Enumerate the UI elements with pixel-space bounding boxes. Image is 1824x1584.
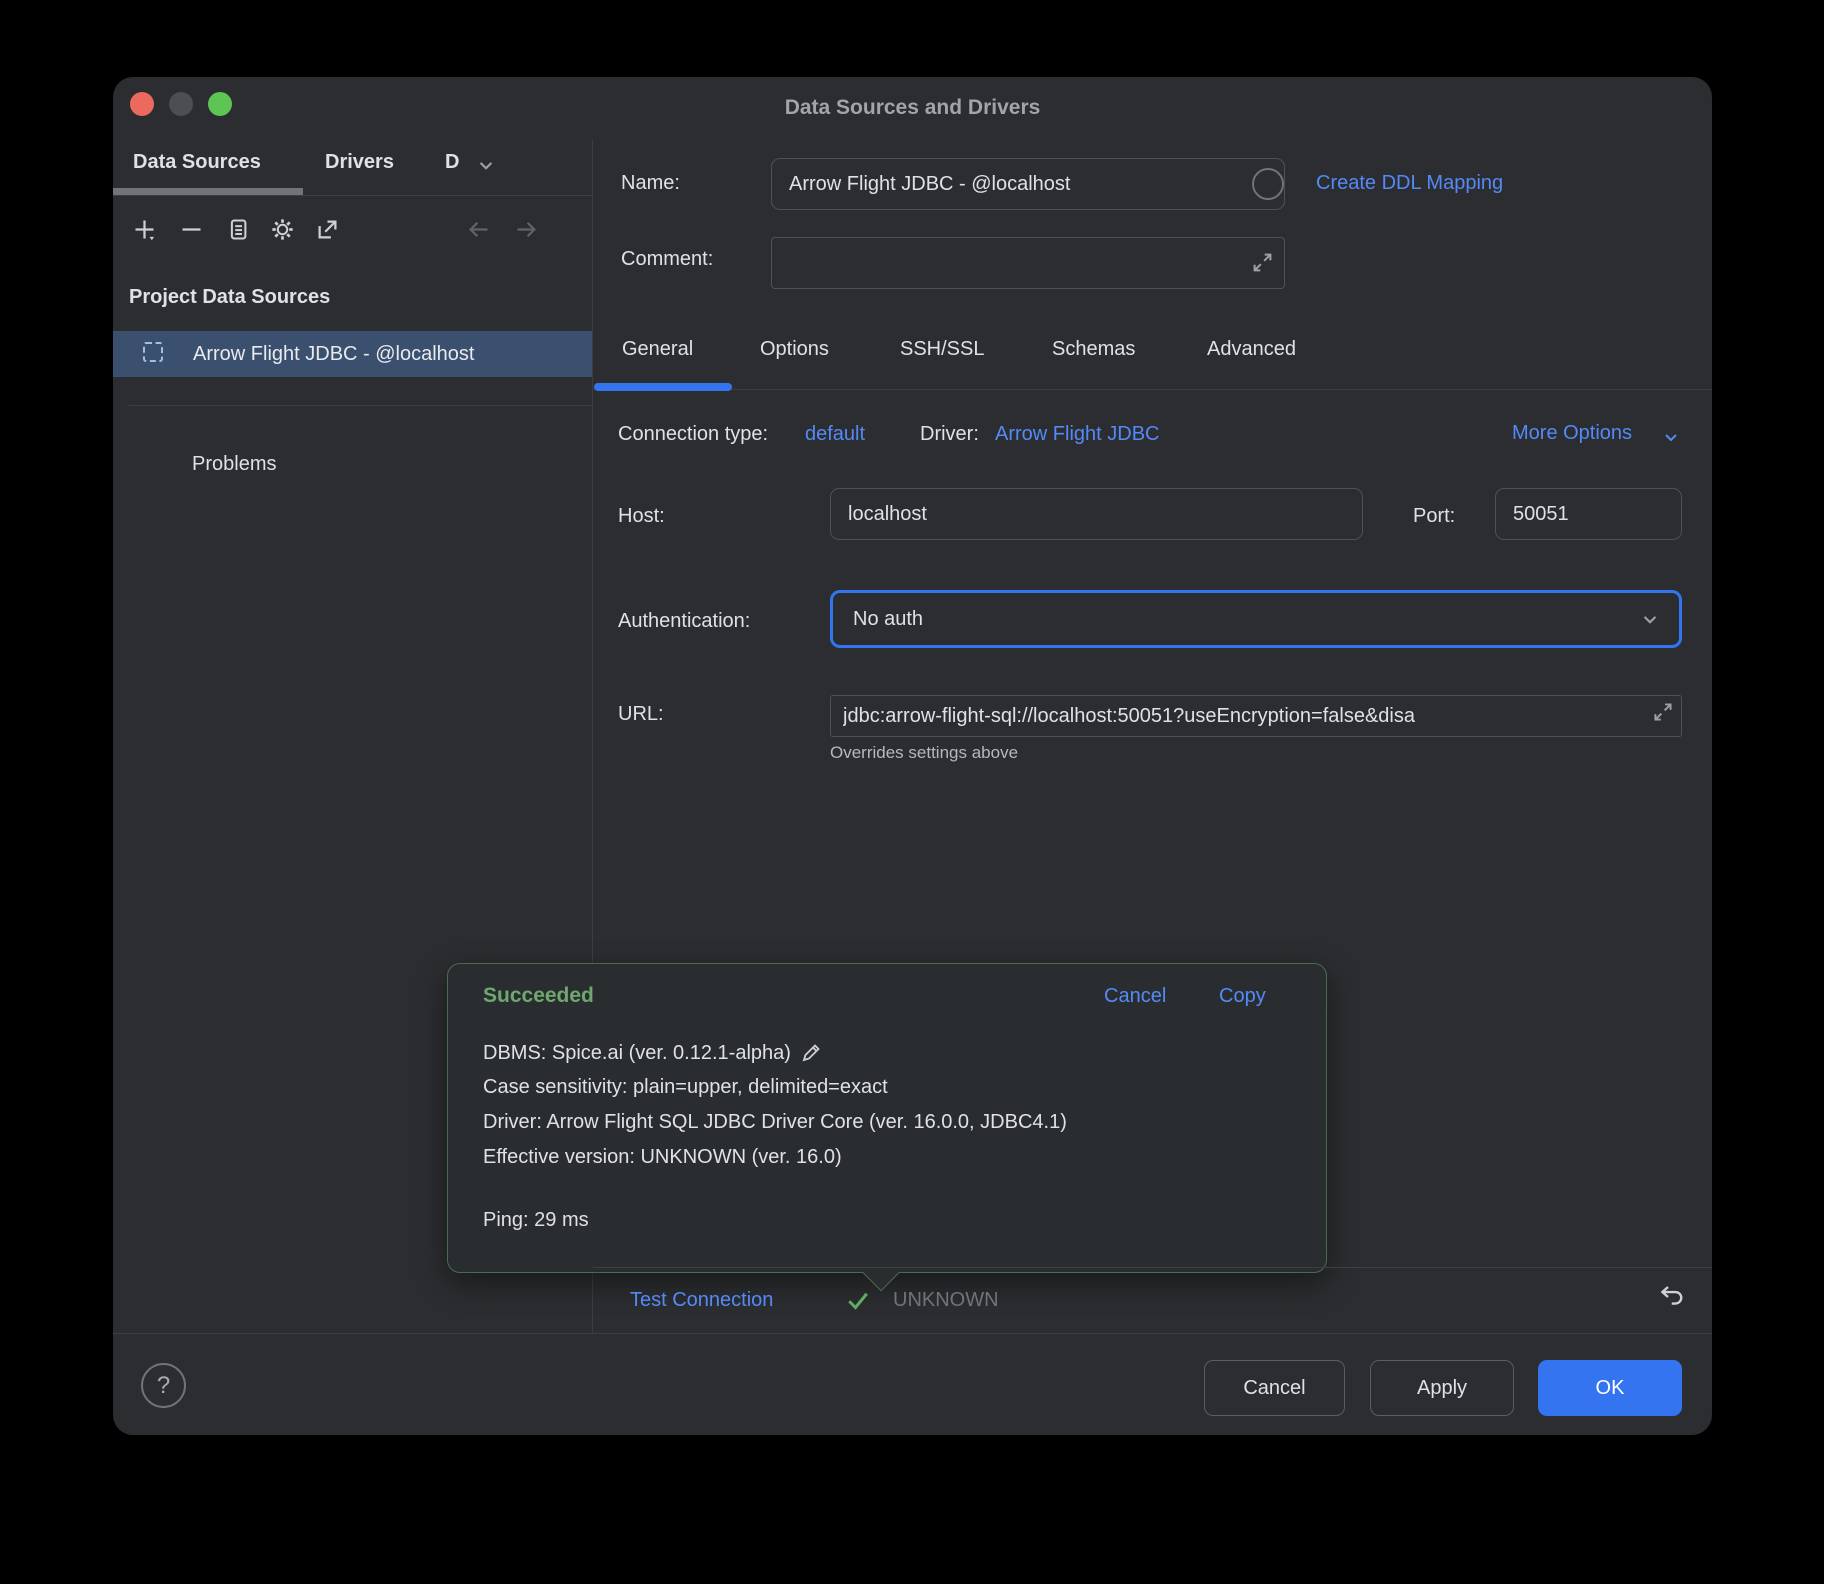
window-title: Data Sources and Drivers xyxy=(113,96,1712,120)
name-input[interactable]: Arrow Flight JDBC - @localhost xyxy=(771,158,1285,210)
active-tab-indicator xyxy=(113,188,303,195)
status-row-divider xyxy=(593,1267,1712,1268)
url-input-value: jdbc:arrow-flight-sql://localhost:50051?… xyxy=(843,705,1415,728)
popup-line-ping: Ping: 29 ms xyxy=(483,1209,589,1232)
host-input-value: localhost xyxy=(848,503,927,526)
comment-label: Comment: xyxy=(621,248,713,271)
screen-background: Data Sources and Drivers Data Sources Dr… xyxy=(0,0,1824,1584)
tab-options[interactable]: Options xyxy=(760,338,829,361)
tab-bar-divider xyxy=(593,389,1712,390)
connection-progress-icon xyxy=(1252,168,1284,200)
add-data-source-button[interactable] xyxy=(131,216,158,243)
url-input[interactable]: jdbc:arrow-flight-sql://localhost:50051?… xyxy=(830,695,1682,737)
more-options-link[interactable]: More Options xyxy=(1512,422,1632,445)
name-input-value: Arrow Flight JDBC - @localhost xyxy=(789,173,1070,196)
driver-value-link[interactable]: Arrow Flight JDBC xyxy=(995,423,1159,446)
tree-item-problems[interactable]: Problems xyxy=(192,453,276,476)
data-source-icon xyxy=(143,342,163,362)
popup-line-dbms-text: DBMS: Spice.ai (ver. 0.12.1-alpha) xyxy=(483,1042,791,1065)
forward-arrow-icon xyxy=(513,216,540,243)
left-tab-bar: Data Sources Drivers D xyxy=(113,140,592,196)
tree-item-label: Arrow Flight JDBC - @localhost xyxy=(193,343,474,366)
connection-type-label: Connection type: xyxy=(618,423,768,446)
popup-line-effective: Effective version: UNKNOWN (ver. 16.0) xyxy=(483,1146,842,1169)
popup-cancel-link[interactable]: Cancel xyxy=(1104,985,1166,1008)
tab-ddl-truncated[interactable]: D xyxy=(445,151,463,174)
host-label: Host: xyxy=(618,505,665,528)
ok-button[interactable]: OK xyxy=(1538,1360,1682,1416)
checkmark-icon xyxy=(843,1285,873,1315)
url-label: URL: xyxy=(618,703,664,726)
select-chevron-down-icon xyxy=(1637,606,1663,632)
port-input-value: 50051 xyxy=(1513,503,1569,526)
open-in-new-window-icon[interactable] xyxy=(314,216,341,243)
comment-input[interactable] xyxy=(771,237,1285,289)
popup-copy-link[interactable]: Copy xyxy=(1219,985,1266,1008)
more-options-chevron-icon[interactable] xyxy=(1659,425,1683,449)
popup-line-dbms: DBMS: Spice.ai (ver. 0.12.1-alpha) xyxy=(483,1041,823,1065)
tab-general[interactable]: General xyxy=(622,338,693,361)
back-arrow-icon xyxy=(465,216,492,243)
help-button[interactable]: ? xyxy=(141,1363,186,1408)
driver-label: Driver: xyxy=(920,423,979,446)
url-hint: Overrides settings above xyxy=(830,743,1018,763)
port-label: Port: xyxy=(1413,505,1455,528)
popup-line-driver: Driver: Arrow Flight SQL JDBC Driver Cor… xyxy=(483,1111,1067,1134)
connection-type-value[interactable]: default xyxy=(805,423,865,446)
duplicate-icon[interactable] xyxy=(224,216,251,243)
tab-schemas[interactable]: Schemas xyxy=(1052,338,1135,361)
test-connection-popup: Succeeded Cancel Copy DBMS: Spice.ai (ve… xyxy=(447,963,1327,1273)
authentication-value: No auth xyxy=(853,608,923,631)
data-sources-dialog: Data Sources and Drivers Data Sources Dr… xyxy=(113,77,1712,1435)
edit-pencil-icon[interactable] xyxy=(799,1041,823,1065)
section-header-project-data-sources: Project Data Sources xyxy=(129,286,330,309)
tree-separator xyxy=(129,405,592,406)
connection-result-text: UNKNOWN xyxy=(893,1289,999,1312)
undo-icon[interactable] xyxy=(1656,1280,1690,1314)
popup-line-case: Case sensitivity: plain=upper, delimited… xyxy=(483,1076,888,1099)
footer-divider xyxy=(113,1333,1712,1334)
active-config-tab-indicator xyxy=(594,383,732,391)
authentication-label: Authentication: xyxy=(618,610,750,633)
tab-advanced[interactable]: Advanced xyxy=(1207,338,1296,361)
tab-ssh-ssl[interactable]: SSH/SSL xyxy=(900,338,984,361)
cancel-button[interactable]: Cancel xyxy=(1204,1360,1345,1416)
tab-drivers[interactable]: Drivers xyxy=(325,151,394,174)
tab-data-sources[interactable]: Data Sources xyxy=(133,151,261,174)
test-connection-link[interactable]: Test Connection xyxy=(630,1289,773,1312)
gear-icon[interactable] xyxy=(269,216,296,243)
port-input[interactable]: 50051 xyxy=(1495,488,1682,540)
tree-item-arrow-flight-jdbc[interactable]: Arrow Flight JDBC - @localhost xyxy=(113,331,592,377)
remove-data-source-button[interactable] xyxy=(178,216,205,243)
expand-comment-icon[interactable] xyxy=(1249,249,1276,276)
authentication-select[interactable]: No auth xyxy=(830,590,1682,648)
apply-button[interactable]: Apply xyxy=(1370,1360,1514,1416)
host-input[interactable]: localhost xyxy=(830,488,1363,540)
create-ddl-mapping-link[interactable]: Create DDL Mapping xyxy=(1316,172,1503,195)
popup-status: Succeeded xyxy=(483,984,594,1008)
expand-url-icon[interactable] xyxy=(1650,699,1676,725)
tab-overflow-chevron-icon[interactable] xyxy=(473,152,499,178)
name-label: Name: xyxy=(621,172,680,195)
